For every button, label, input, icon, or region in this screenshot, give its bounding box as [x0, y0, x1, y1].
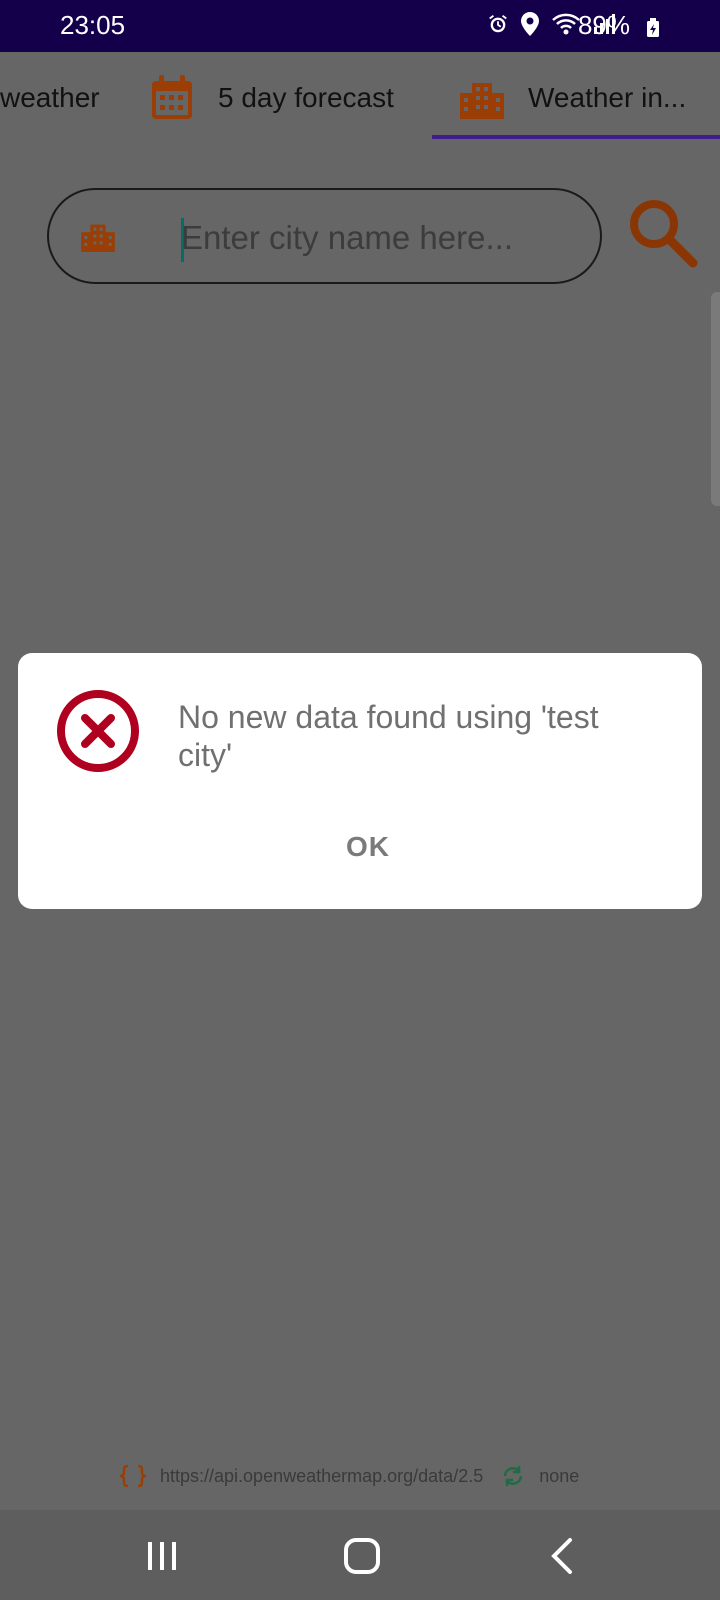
status-bar: 23:05 89%: [0, 0, 720, 52]
tab-bar: weather 5 day forecast Weather in...: [0, 52, 720, 144]
alarm-icon: [489, 15, 507, 33]
building-icon: [460, 83, 504, 119]
city-search-box[interactable]: [47, 188, 602, 284]
tab-5-day-forecast-label: 5 day forecast: [218, 82, 394, 113]
back-button[interactable]: [534, 1534, 594, 1578]
city-building-icon: [81, 224, 115, 252]
search-button[interactable]: [626, 196, 698, 268]
recent-apps-button[interactable]: [132, 1534, 192, 1578]
location-icon: [521, 12, 539, 36]
error-icon: [57, 690, 139, 772]
dialog-message: No new data found using 'test city': [178, 699, 599, 773]
api-url: https://api.openweathermap.org/data/2.5: [160, 1465, 484, 1486]
api-footer: https://api.openweathermap.org/data/2.5 …: [120, 1464, 579, 1488]
tab-selected-indicator: [432, 135, 720, 139]
status-time: 23:05: [60, 10, 126, 40]
tab-weather-label: weather: [0, 82, 100, 113]
sync-status: none: [539, 1465, 580, 1486]
error-dialog: No new data found using 'test city' OK: [18, 653, 702, 909]
tab-weather-in[interactable]: Weather in...: [460, 52, 686, 144]
tab-weather-in-label: Weather in...: [528, 82, 687, 113]
home-button[interactable]: [332, 1534, 392, 1578]
battery-icon: [647, 18, 659, 37]
ok-button[interactable]: OK: [308, 821, 428, 873]
calendar-icon: [152, 75, 192, 119]
wifi-icon: [552, 13, 580, 35]
city-search-input[interactable]: [181, 208, 561, 268]
code-braces-icon: [120, 1465, 146, 1487]
scrollbar[interactable]: [711, 292, 720, 506]
system-nav-bar: [0, 1510, 720, 1600]
tab-weather[interactable]: weather: [0, 52, 100, 144]
sync-icon: [503, 1466, 523, 1486]
tab-5-day-forecast[interactable]: 5 day forecast: [150, 52, 394, 144]
battery-percentage: 89%: [577, 10, 630, 40]
